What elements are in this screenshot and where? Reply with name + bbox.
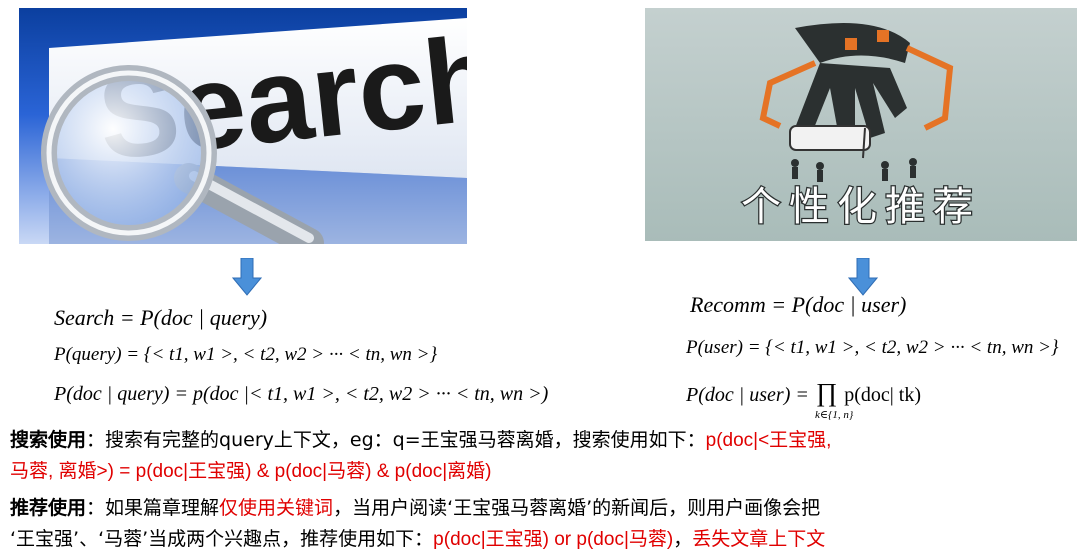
search-usage-colon: ：	[86, 429, 106, 451]
search-usage-text: 搜索有完整的query上下文，eg：q=王宝强马蓉离婚，搜索使用如下：	[105, 429, 706, 451]
product-subscript: k∈{1, n}	[815, 409, 854, 421]
recommend-image: 个性化推荐	[645, 8, 1077, 241]
recommend-usage-paragraph: 推荐使用：如果篇章理解仅使用关键词，当用户阅读‘王宝强马蓉离婚’的新闻后，则用户…	[10, 493, 1088, 555]
recommend-caption: 个性化推荐	[741, 184, 981, 230]
search-image: Search	[19, 8, 467, 244]
recommend-usage-text-a: 如果篇章理解	[105, 497, 220, 519]
recommend-formula-1: Recomm = P(doc | user)	[690, 292, 907, 317]
recommend-formula-2: P(user) = {< t1, w1 >, < t2, w2 > ··· < …	[686, 337, 1059, 358]
recommend-usage-text-b: ，当用户阅读‘王宝强马蓉离婚’的新闻后，则用户画像会把	[333, 497, 821, 519]
recommend-usage-keyword-only: 仅使用关键词	[219, 497, 334, 519]
search-usage-formula-b: 马蓉, 离婚>) = p(doc|王宝强) & p(doc|马蓉) & p(do…	[10, 461, 492, 482]
recommend-usage-text-d: ，	[673, 528, 693, 550]
recommend-usage-lost-context: 丢失文章上下文	[692, 528, 826, 550]
recommend-formula-3-rhs: p(doc| tk)	[844, 384, 922, 406]
recommend-usage-label: 推荐使用	[10, 497, 87, 519]
recommend-usage-text-c: ‘王宝强’、‘马蓉’当成两个兴趣点，推荐使用如下：	[10, 528, 434, 550]
recommend-formula-3-lhs: P(doc | user) =	[686, 384, 809, 406]
down-arrow-icon-recommend	[848, 258, 878, 296]
search-magnifier-illustration: Search	[41, 10, 467, 244]
recommend-puppet-illustration: 个性化推荐	[740, 23, 981, 231]
search-formula-2: P(query) = {< t1, w1 >, < t2, w2 > ··· <…	[54, 344, 438, 365]
search-formula-1: Search = P(doc | query)	[54, 305, 268, 330]
search-usage-label: 搜索使用	[10, 429, 87, 451]
search-usage-formula-a: p(doc|<王宝强,	[705, 430, 832, 451]
recommend-usage-formula: p(doc|王宝强) or p(doc|马蓉)	[433, 529, 674, 550]
search-usage-paragraph: 搜索使用：搜索有完整的query上下文，eg：q=王宝强马蓉离婚，搜索使用如下：…	[10, 425, 1088, 487]
product-symbol: ∏	[815, 378, 838, 407]
down-arrow-icon-search	[232, 258, 262, 296]
recommend-formula-3: P(doc | user) = ∏ p(doc| tk)	[686, 380, 921, 406]
recommend-usage-colon: ：	[86, 497, 106, 519]
search-formula-3: P(doc | query) = p(doc |< t1, w1 >, < t2…	[54, 383, 549, 405]
